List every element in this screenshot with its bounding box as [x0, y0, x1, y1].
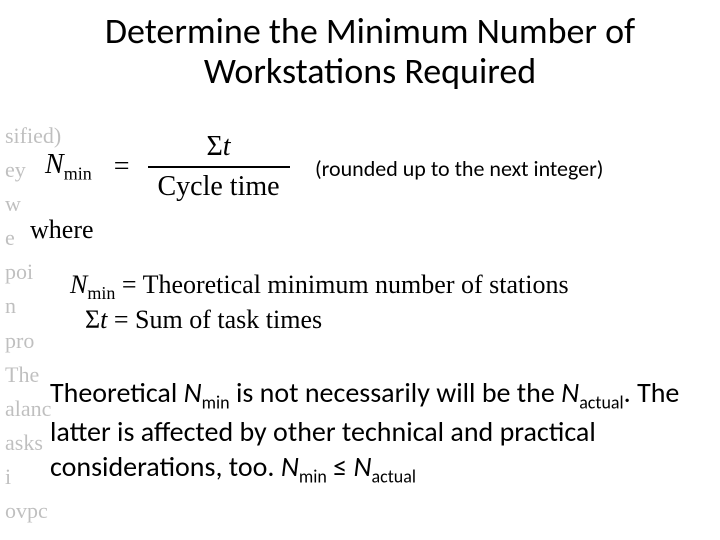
- symbol-sub-min: min: [299, 466, 327, 488]
- definition-text: Theoretical minimum number of stations: [143, 270, 569, 299]
- symbol-sub-min: min: [202, 392, 230, 414]
- fraction-denominator: Cycle time: [148, 170, 290, 204]
- leq-sign: ≤: [327, 449, 354, 484]
- formula-block: sified) ey w e poi n pro The alanc asks …: [5, 115, 715, 330]
- body-paragraph: Theoretical Nmin is not necessarily will…: [50, 375, 690, 488]
- definition-sigma-t: Σt = Sum of task times: [85, 305, 322, 335]
- equals-sign: =: [114, 151, 130, 183]
- slide: Determine the Minimum Number of Workstat…: [0, 0, 720, 540]
- fraction: Σt Cycle time: [148, 130, 290, 203]
- equals-sign: =: [115, 270, 142, 299]
- symbol-sub-actual: actual: [372, 466, 416, 488]
- body-text-run: Theoretical: [50, 375, 184, 410]
- ghost-line: asks i: [5, 426, 45, 494]
- symbol-sub-actual: actual: [579, 392, 623, 414]
- formula-nmin-equation: Nmin = Σt Cycle time: [45, 130, 290, 203]
- ghost-line: sified): [5, 119, 45, 153]
- symbol-sub-min: min: [64, 163, 92, 183]
- ghost-line: alanc: [5, 392, 45, 426]
- fraction-numerator: Σt: [197, 130, 241, 164]
- background-book-text: sified) ey w e poi n pro The alanc asks …: [5, 115, 45, 528]
- symbol-n: N: [281, 449, 299, 484]
- symbol-nmin: Nmin: [45, 149, 92, 185]
- symbol-n: N: [184, 375, 202, 410]
- symbol-sub-min: min: [87, 283, 115, 303]
- sigma-icon: Σ: [85, 305, 100, 334]
- slide-title: Determine the Minimum Number of Workstat…: [80, 12, 660, 91]
- ghost-line: ey w: [5, 153, 45, 221]
- symbol-n: N: [561, 375, 579, 410]
- symbol-n: N: [45, 149, 64, 180]
- ghost-line: The: [5, 358, 45, 392]
- definition-text: Sum of task times: [135, 305, 322, 334]
- ghost-line: n pro: [5, 289, 45, 357]
- symbol-n: N: [353, 449, 371, 484]
- body-text-run: is not necessarily will be the: [230, 375, 562, 410]
- equals-sign: =: [107, 305, 135, 334]
- symbol-n: N: [70, 270, 87, 299]
- fraction-bar: [148, 166, 290, 168]
- inequality: Nmin ≤ Nactual: [281, 449, 416, 484]
- symbol-t: t: [223, 131, 231, 162]
- where-label: where: [30, 215, 94, 245]
- ghost-line: ovpc: [5, 494, 45, 528]
- rounding-note: (rounded up to the next integer): [315, 155, 603, 182]
- sigma-icon: Σ: [207, 131, 223, 162]
- definition-nmin: Nmin = Theoretical minimum number of sta…: [70, 270, 569, 304]
